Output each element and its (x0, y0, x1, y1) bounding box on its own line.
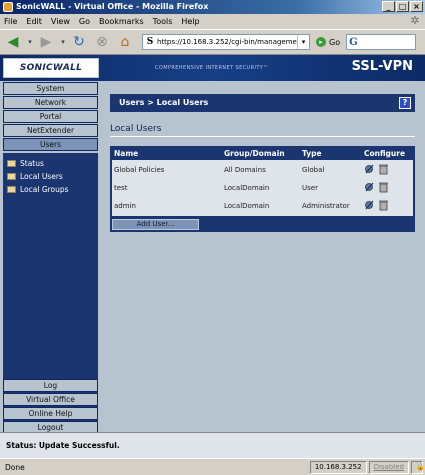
back-icon[interactable]: ◀ (3, 32, 23, 52)
add-user-button[interactable]: Add User... (112, 219, 199, 230)
product-title: SSL-VPN (351, 59, 413, 74)
tree-item-status[interactable]: Status (3, 157, 98, 170)
menu-tools[interactable]: Tools (153, 17, 173, 26)
sidebar-item-online-help[interactable]: Online Help (3, 407, 98, 420)
home-icon[interactable]: ⌂ (115, 32, 135, 52)
window-title-bar: SonicWALL - Virtual Office - Mozilla Fir… (0, 0, 425, 14)
help-icon[interactable]: ? (399, 97, 411, 109)
folder-icon (7, 186, 16, 193)
user-type: Administrator (302, 202, 350, 210)
menu-file[interactable]: File (4, 17, 17, 26)
page-title: Local Users (110, 124, 162, 134)
web-page: SONICWALL COMPREHENSIVE INTERNET SECURIT… (0, 54, 425, 459)
breadcrumb: Users > Local Users ? (110, 94, 415, 112)
sidebar-item-system[interactable]: System (3, 82, 98, 95)
sidebar-item-netextender[interactable]: NetExtender (3, 124, 98, 137)
delete-icon[interactable] (378, 199, 389, 211)
user-name: Global Policies (114, 166, 165, 174)
menu-edit[interactable]: Edit (26, 17, 42, 26)
window-title: SonicWALL - Virtual Office - Mozilla Fir… (16, 2, 209, 11)
maximize-button[interactable]: □ (396, 1, 409, 12)
column-header-name: Name (114, 149, 139, 158)
lock-icon[interactable]: 🔒 (411, 460, 425, 474)
site-icon: S (146, 37, 154, 47)
menu-view[interactable]: View (51, 17, 70, 26)
browser-status-text: Done (5, 462, 25, 472)
go-icon: ▸ (316, 37, 326, 47)
sidebar-bottom-nav: Log Virtual Office Online Help Logout (3, 379, 98, 435)
title-divider (110, 136, 415, 137)
user-name: admin (114, 202, 136, 210)
sidebar-item-portal[interactable]: Portal (3, 110, 98, 123)
delete-icon[interactable] (378, 163, 389, 175)
user-type: User (302, 184, 318, 192)
browser-status-bar: Done 10.168.3.252 Disabled 🔒 (0, 458, 425, 475)
url-text[interactable]: https://10.168.3.252/cgi-bin/management (157, 38, 297, 46)
url-dropdown-icon[interactable]: ▾ (297, 35, 309, 49)
folder-icon (7, 160, 16, 167)
forward-icon[interactable]: ▶ (36, 32, 56, 52)
sonicwall-logo: SONICWALL (3, 58, 99, 78)
folder-icon (7, 173, 16, 180)
tree-item-local-groups[interactable]: Local Groups (3, 183, 98, 196)
sidebar-item-network[interactable]: Network (3, 96, 98, 109)
configure-icon[interactable] (364, 163, 375, 175)
back-dropdown-icon[interactable]: ▾ (26, 32, 34, 52)
sidebar-item-virtual-office[interactable]: Virtual Office (3, 393, 98, 406)
popup-status[interactable]: Disabled (368, 460, 409, 474)
user-name: test (114, 184, 128, 192)
sidebar-item-log[interactable]: Log (3, 379, 98, 392)
column-header-group: Group/Domain (224, 149, 285, 158)
stop-icon[interactable]: ⊗ (92, 32, 112, 52)
reload-icon[interactable]: ↻ (69, 32, 89, 52)
google-search-icon: G (349, 36, 358, 48)
table-row: Global Policies All Domains Global (112, 161, 413, 179)
user-type: Global (302, 166, 325, 174)
menu-help[interactable]: Help (181, 17, 199, 26)
status-line: Status: Update Successful. (0, 432, 425, 459)
column-header-configure: Configure (364, 149, 406, 158)
status-label: Status: (6, 441, 37, 450)
configure-icon[interactable] (364, 181, 375, 193)
menu-bar: File Edit View Go Bookmarks Tools Help (0, 14, 425, 29)
table-row: admin LocalDomain Administrator (112, 197, 413, 215)
search-input[interactable]: G (346, 34, 417, 50)
main-content: Users > Local Users ? Local Users Name G… (98, 82, 425, 432)
sidebar-item-users[interactable]: Users (3, 138, 98, 151)
column-header-type: Type (302, 149, 322, 158)
sidebar-top-nav: System Network Portal NetExtender Users (3, 82, 98, 152)
throbber-icon: ✲ (410, 14, 420, 27)
menu-go[interactable]: Go (79, 17, 90, 26)
minimize-button[interactable]: _ (382, 1, 395, 12)
users-table: Name Group/Domain Type Configure Global … (110, 146, 415, 232)
table-row: test LocalDomain User (112, 179, 413, 197)
firefox-icon (3, 2, 13, 12)
navigation-toolbar: ◀ ▾ ▶ ▾ ↻ ⊗ ⌂ S https://10.168.3.252/cgi… (0, 29, 425, 54)
tree-item-local-users[interactable]: Local Users (3, 170, 98, 183)
header-banner: SONICWALL COMPREHENSIVE INTERNET SECURIT… (0, 55, 425, 81)
go-button[interactable]: ▸ Go (316, 37, 340, 47)
forward-dropdown-icon[interactable]: ▾ (59, 32, 67, 52)
table-body: Global Policies All Domains Global test … (112, 160, 413, 216)
menu-bookmarks[interactable]: Bookmarks (99, 17, 144, 26)
close-button[interactable]: × (410, 1, 423, 12)
status-message: Update Successful. (38, 441, 120, 450)
user-group: All Domains (224, 166, 266, 174)
server-ip: 10.168.3.252 (309, 460, 367, 474)
delete-icon[interactable] (378, 181, 389, 193)
user-group: LocalDomain (224, 184, 270, 192)
configure-icon[interactable] (364, 199, 375, 211)
url-bar[interactable]: S https://10.168.3.252/cgi-bin/managemen… (142, 34, 310, 50)
user-group: LocalDomain (224, 202, 270, 210)
tagline: COMPREHENSIVE INTERNET SECURITY™ (155, 65, 269, 71)
